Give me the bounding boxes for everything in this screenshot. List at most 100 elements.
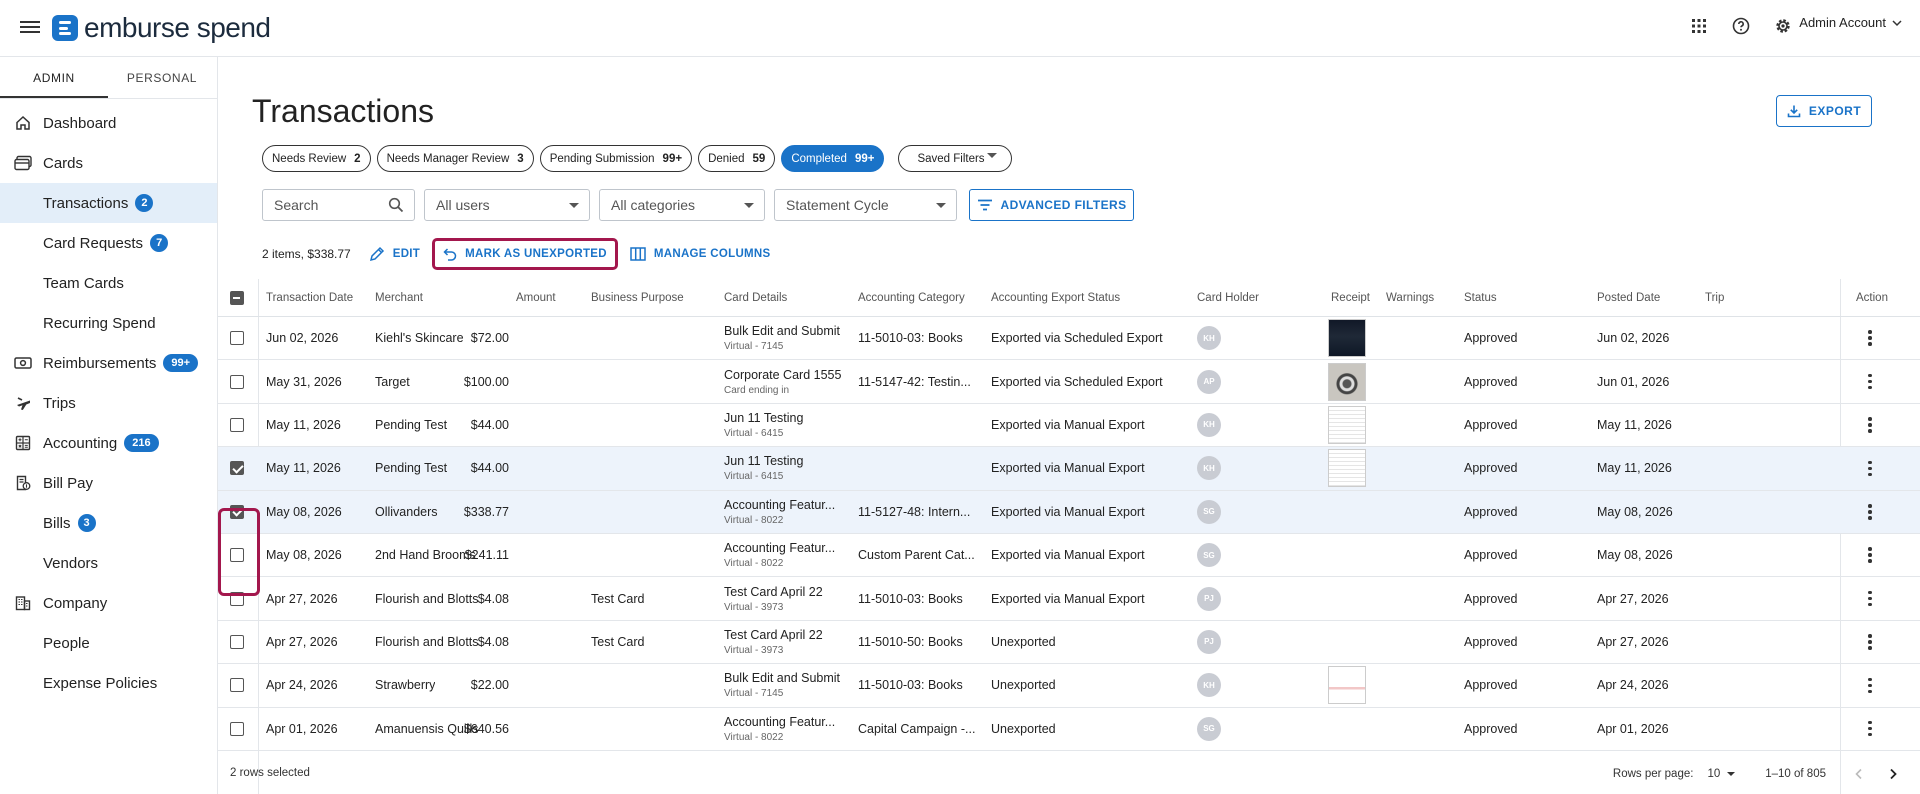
row-checkbox[interactable] [230, 634, 244, 649]
more-actions-icon[interactable] [1860, 372, 1880, 392]
col-header-amount[interactable]: Amount [516, 279, 556, 316]
sidebar-item-transactions[interactable]: Transactions 2 [0, 183, 217, 223]
table-row[interactable]: Apr 24, 2026 Strawberry $22.00 Bulk Edit an… [218, 664, 1920, 708]
table-row[interactable]: Apr 27, 2026 Flourish and Blotts $4.08 Test… [218, 577, 1920, 621]
more-actions-icon[interactable] [1860, 502, 1880, 522]
sidebar-item-expense-policies[interactable]: Expense Policies [0, 663, 217, 703]
chip-pending-submission[interactable]: Pending Submission 99+ [539, 145, 693, 172]
help-icon[interactable] [1730, 15, 1752, 37]
col-header-receipt[interactable]: Receipt [1331, 279, 1370, 316]
receipt-thumbnail[interactable] [1328, 449, 1366, 488]
card-holder-avatar[interactable]: KH [1197, 326, 1221, 351]
col-header-status[interactable]: Status [1464, 279, 1497, 316]
rows-per-page-select[interactable]: 10 [1707, 768, 1736, 780]
chip-needs-manager-review[interactable]: Needs Manager Review 3 [376, 145, 534, 172]
card-holder-avatar[interactable]: SG [1197, 716, 1221, 741]
row-checkbox[interactable] [230, 461, 244, 476]
users-select[interactable]: All users [424, 189, 590, 221]
categories-select[interactable]: All categories [599, 189, 765, 221]
receipt-thumbnail[interactable] [1328, 319, 1366, 358]
row-checkbox[interactable] [230, 417, 244, 432]
table-row[interactable]: May 31, 2026 Target $100.00 Corporate Card … [218, 360, 1920, 404]
card-holder-avatar[interactable]: KH [1197, 456, 1221, 481]
account-menu[interactable]: Admin Account [1799, 15, 1902, 30]
edit-button[interactable]: EDIT [365, 238, 424, 270]
sidebar-item-trips[interactable]: Trips [0, 383, 217, 423]
card-holder-avatar[interactable]: PJ [1197, 586, 1221, 611]
brand-logo[interactable]: emburse spend [52, 14, 271, 42]
table-row[interactable]: Apr 01, 2026 Amanuensis Quills $640.56 Acco… [218, 708, 1920, 751]
mark-as-unexported-button[interactable]: MARK AS UNEXPORTED [432, 238, 618, 270]
sidebar-item-bill-pay[interactable]: Bill Pay [0, 463, 217, 503]
table-row[interactable]: Jun 02, 2026 Kiehl's Skincare $72.00 Bulk E… [218, 317, 1920, 361]
sidebar-item-people[interactable]: People [0, 623, 217, 663]
next-page-button[interactable] [1882, 763, 1904, 785]
sidebar-item-dashboard[interactable]: Dashboard [0, 103, 217, 143]
sidebar-item-reimbursements[interactable]: Reimbursements 99+ [0, 343, 217, 383]
search-input[interactable]: Search [262, 189, 415, 221]
col-header-warnings[interactable]: Warnings [1386, 279, 1434, 316]
more-actions-icon[interactable] [1860, 458, 1880, 478]
col-header-posted-date[interactable]: Posted Date [1597, 279, 1660, 316]
more-actions-icon[interactable] [1860, 415, 1880, 435]
export-button[interactable]: EXPORT [1776, 95, 1872, 127]
col-header-accounting-category[interactable]: Accounting Category [858, 279, 965, 316]
card-holder-avatar[interactable]: SG [1197, 499, 1221, 524]
col-header-card-holder[interactable]: Card Holder [1197, 279, 1259, 316]
prev-page-button[interactable] [1848, 763, 1870, 785]
more-actions-icon[interactable] [1860, 719, 1880, 739]
receipt-thumbnail[interactable] [1328, 362, 1366, 401]
row-checkbox[interactable] [230, 721, 244, 736]
col-header-business-purpose[interactable]: Business Purpose [591, 279, 684, 316]
tab-personal[interactable]: PERSONAL [108, 57, 216, 98]
table-row[interactable]: May 11, 2026 Pending Test $44.00 Jun 11 Tes… [218, 447, 1920, 491]
chip-denied[interactable]: Denied 59 [698, 145, 776, 172]
card-holder-avatar[interactable]: KH [1197, 412, 1221, 437]
sidebar-item-cards[interactable]: Cards [0, 143, 217, 183]
card-holder-avatar[interactable]: KH [1197, 673, 1221, 698]
tab-admin[interactable]: ADMIN [0, 57, 108, 98]
col-header-accounting-export-status[interactable]: Accounting Export Status [991, 279, 1120, 316]
more-actions-icon[interactable] [1860, 632, 1880, 652]
receipt-thumbnail[interactable] [1328, 666, 1366, 705]
row-checkbox[interactable] [230, 331, 244, 346]
row-checkbox[interactable] [230, 678, 244, 693]
sidebar-item-accounting[interactable]: Accounting 216 [0, 423, 217, 463]
advanced-filters-button[interactable]: ADVANCED FILTERS [969, 189, 1134, 221]
more-actions-icon[interactable] [1860, 545, 1880, 565]
col-header-merchant[interactable]: Merchant [375, 279, 423, 316]
sidebar-item-recurring-spend[interactable]: Recurring Spend [0, 303, 217, 343]
menu-icon[interactable] [20, 18, 40, 36]
sidebar-item-company[interactable]: Company [0, 583, 217, 623]
table-row[interactable]: May 08, 2026 Ollivanders $338.77 Accounting… [218, 490, 1920, 534]
more-actions-icon[interactable] [1860, 328, 1880, 348]
table-row[interactable]: May 08, 2026 2nd Hand Brooms $241.11 Accoun… [218, 534, 1920, 578]
card-holder-avatar[interactable]: PJ [1197, 629, 1221, 654]
apps-grid-icon[interactable] [1688, 15, 1710, 37]
statement-cycle-select[interactable]: Statement Cycle [774, 189, 957, 221]
more-actions-icon[interactable] [1860, 589, 1880, 609]
sidebar-item-vendors[interactable]: Vendors [0, 543, 217, 583]
col-header-transaction-date[interactable]: Transaction Date [266, 279, 353, 316]
receipt-thumbnail[interactable] [1328, 405, 1366, 444]
posted-date-cell-text: Jun 01, 2026 [1597, 374, 1670, 389]
manage-columns-button[interactable]: MANAGE COLUMNS [626, 238, 775, 270]
table-row[interactable]: Apr 27, 2026 Flourish and Blotts $4.08 Test… [218, 621, 1920, 665]
sidebar-item-card-requests[interactable]: Card Requests 7 [0, 223, 217, 263]
saved-filters-dropdown[interactable]: Saved Filters [898, 145, 1012, 172]
chip-completed[interactable]: Completed 99+ [781, 145, 885, 172]
sidebar-item-team-cards[interactable]: Team Cards [0, 263, 217, 303]
row-checkbox[interactable] [230, 374, 244, 389]
more-actions-icon[interactable] [1860, 675, 1880, 695]
transaction-date-cell: Jun 02, 2026 [266, 317, 338, 359]
table-row[interactable]: May 11, 2026 Pending Test $44.00 Jun 11 Tes… [218, 404, 1920, 448]
col-header-card-details[interactable]: Card Details [724, 279, 787, 316]
select-all-checkbox[interactable] [230, 290, 244, 305]
col-header-trip[interactable]: Trip [1705, 279, 1724, 316]
gear-icon[interactable] [1772, 15, 1794, 37]
home-icon [14, 114, 32, 132]
sidebar-item-bills[interactable]: Bills 3 [0, 503, 217, 543]
card-holder-avatar[interactable]: AP [1197, 369, 1221, 394]
card-holder-avatar[interactable]: SG [1197, 543, 1221, 568]
chip-needs-review[interactable]: Needs Review 2 [262, 145, 371, 172]
